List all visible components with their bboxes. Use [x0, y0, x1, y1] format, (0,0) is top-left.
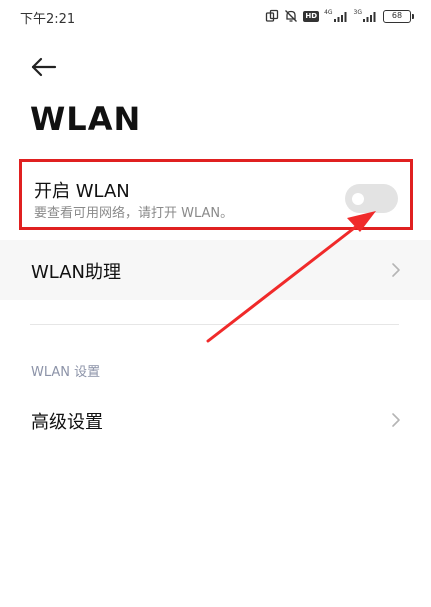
chevron-right-icon: [392, 413, 400, 427]
notifications-off-icon: [285, 10, 298, 22]
screen-rotation-icon: [266, 9, 279, 22]
chevron-right-icon: [392, 263, 400, 277]
signal-4g-label: 4G: [324, 9, 333, 16]
switch-knob: [352, 193, 364, 205]
back-button[interactable]: [26, 52, 62, 82]
annotation-arrow-icon: [206, 211, 376, 343]
wlan-assistant-label: WLAN助理: [31, 262, 122, 283]
wlan-assistant-row[interactable]: WLAN助理: [0, 240, 431, 300]
battery-icon: 68: [383, 9, 414, 23]
status-bar: 下午2:21 HD 4G 3G 68: [0, 0, 431, 34]
wlan-toggle-hint: 要查看可用网络，请打开 WLAN。: [34, 206, 234, 221]
divider: [30, 324, 399, 325]
signal-strength-icon: [333, 12, 347, 22]
signal-3g-label: 3G: [353, 9, 362, 16]
wlan-switch[interactable]: [345, 184, 398, 213]
status-icons: HD 4G 3G 68: [265, 9, 414, 23]
advanced-settings-row[interactable]: 高级设置: [0, 391, 431, 449]
hd-badge: HD: [303, 10, 320, 22]
status-time: 下午2:21: [20, 12, 76, 27]
wlan-toggle-row[interactable]: 开启 WLAN 要查看可用网络，请打开 WLAN。: [19, 159, 413, 230]
wlan-toggle-label: 开启 WLAN: [34, 181, 130, 202]
page-title: WLAN: [30, 100, 142, 138]
section-header-wlan-settings: WLAN 设置: [31, 365, 101, 380]
advanced-settings-label: 高级设置: [31, 412, 103, 433]
signal-strength-icon-2: [363, 12, 376, 22]
battery-level: 68: [391, 10, 403, 20]
arrow-left-icon: [31, 57, 57, 77]
